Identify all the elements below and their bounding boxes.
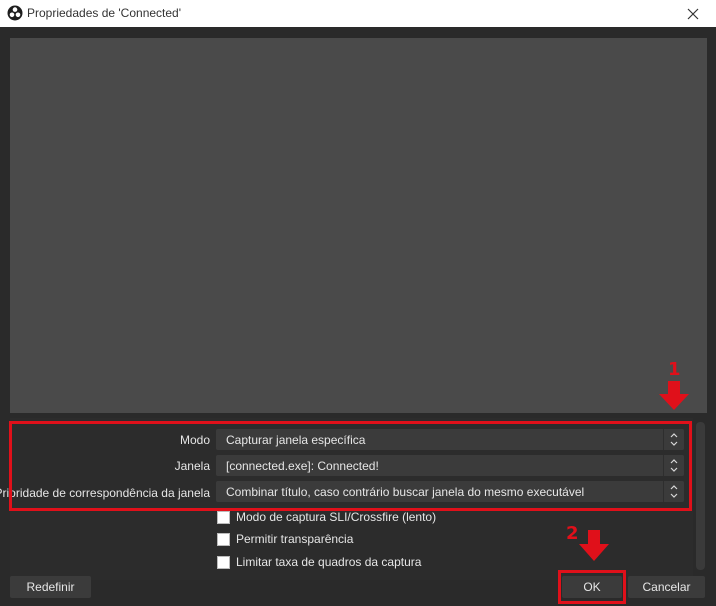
- reset-button[interactable]: Redefinir: [10, 576, 91, 598]
- highlight-ok-box: [558, 570, 626, 604]
- checkbox-box[interactable]: [217, 532, 230, 546]
- window-title: Propriedades de 'Connected': [27, 6, 182, 20]
- properties-scrollbar[interactable]: [696, 422, 705, 570]
- transparency-checkbox[interactable]: Permitir transparência: [217, 531, 353, 547]
- checkbox-box[interactable]: [217, 555, 230, 569]
- checkbox-label: Permitir transparência: [236, 532, 354, 546]
- limit-framerate-checkbox[interactable]: Limitar taxa de quadros da captura: [217, 554, 421, 570]
- obs-logo-icon: [7, 5, 23, 21]
- annotation-number-2: 2: [566, 523, 579, 544]
- checkbox-box[interactable]: [217, 510, 230, 524]
- annotation-number-1: 1: [668, 359, 681, 380]
- checkbox-label: Modo de captura SLI/Crossfire (lento): [236, 510, 437, 524]
- close-icon: [687, 8, 699, 19]
- checkbox-label: Limitar taxa de quadros da captura: [236, 555, 422, 569]
- cancel-button[interactable]: Cancelar: [628, 576, 705, 598]
- title-bar: Propriedades de 'Connected': [0, 0, 716, 27]
- source-preview: [10, 38, 707, 413]
- down-arrow-icon: [659, 381, 689, 410]
- down-arrow-icon: [579, 530, 609, 561]
- highlight-properties-box: [9, 421, 692, 511]
- close-button[interactable]: [670, 0, 716, 27]
- sli-crossfire-checkbox[interactable]: Modo de captura SLI/Crossfire (lento): [217, 509, 436, 525]
